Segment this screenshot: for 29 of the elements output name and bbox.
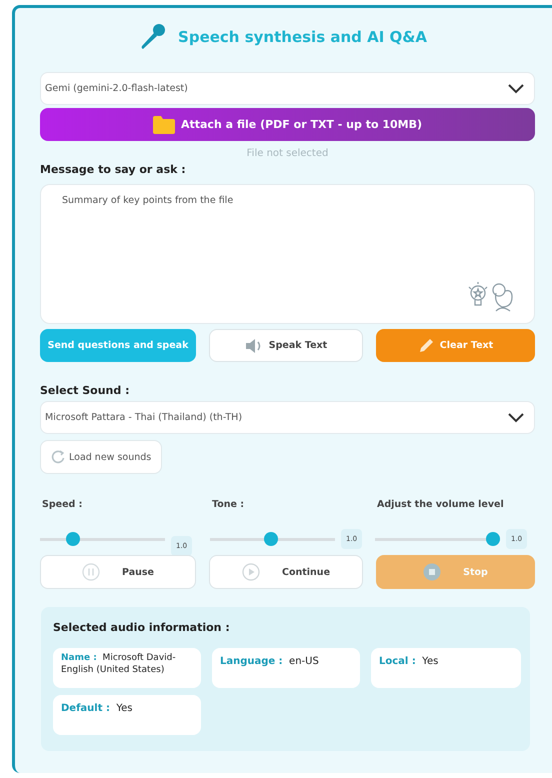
sound-select[interactable]: Microsoft Pattara - Thai (Thailand) (th-TH)	[40, 401, 535, 434]
info-title: Selected audio information :	[53, 621, 231, 634]
message-label: Message to say or ask :	[40, 163, 187, 176]
info-text: Local : Yes	[379, 656, 438, 667]
info-text: Name : Microsoft David-English (United States)	[61, 653, 177, 676]
app-title: Speech synthesis and AI Q&A	[178, 28, 427, 46]
slider-label: Adjust the volume level	[376, 499, 504, 510]
chevron-down-icon	[508, 84, 524, 94]
info-text: Language : en-US	[220, 656, 319, 667]
play-icon	[242, 563, 260, 581]
pause-button[interactable]: Pause	[40, 555, 196, 589]
slider-label: Tone :	[211, 499, 244, 510]
pencil-icon	[418, 338, 434, 354]
stop-icon	[423, 563, 442, 581]
folder-icon	[152, 116, 175, 134]
speaker-icon	[244, 338, 263, 354]
message-field[interactable]: Summary of key points from the file	[40, 184, 535, 324]
model-select[interactable]: Gemi (gemini-2.0-flash-latest)	[40, 72, 535, 105]
select-sound-label: Select Sound :	[40, 384, 130, 397]
speak-button[interactable]: Speak Text	[209, 329, 363, 362]
info-text: Default : Yes	[61, 703, 132, 714]
slider-label: Speed :	[41, 499, 82, 510]
refresh-icon	[51, 450, 65, 464]
attach-file-button[interactable]: Attach a file (PDF or TXT - up to 10MB)	[40, 108, 535, 141]
continue-button[interactable]: Continue	[209, 555, 363, 589]
pause-icon	[82, 563, 100, 581]
chevron-down-icon	[508, 412, 524, 422]
file-status: File not selected	[246, 148, 330, 159]
load-sounds-button[interactable]: Load new sounds	[40, 440, 162, 474]
